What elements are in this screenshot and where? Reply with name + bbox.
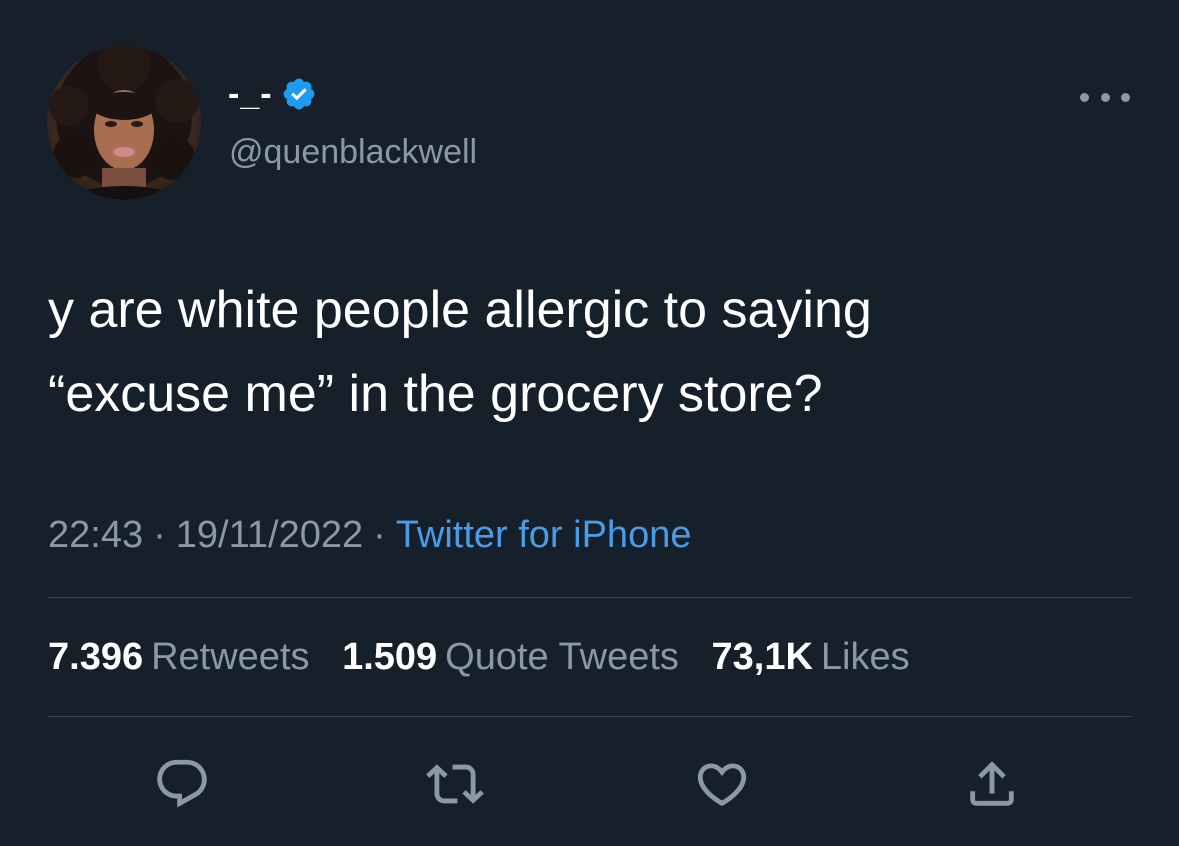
author-display-name[interactable]: -_- — [228, 74, 273, 114]
heart-icon — [697, 763, 747, 807]
divider — [48, 597, 1132, 598]
tweet-text: y are white people allergic to saying “e… — [48, 281, 872, 423]
dot-icon — [1100, 92, 1110, 102]
retweets-count: 7.396 — [48, 636, 144, 678]
avatar[interactable] — [47, 46, 201, 200]
more-options-icon[interactable] — [1080, 82, 1130, 112]
avatar-image — [47, 46, 201, 200]
retweet-icon — [426, 764, 484, 804]
tweet-source-link[interactable]: Twitter for iPhone — [396, 514, 692, 556]
tweet-detail: -_- @quenblackwell y are white people al… — [0, 0, 1179, 846]
share-icon — [970, 761, 1014, 806]
retweet-button[interactable] — [426, 755, 484, 813]
meta-separator: · — [373, 514, 386, 556]
reply-icon — [157, 759, 207, 808]
dot-icon — [1121, 92, 1130, 102]
reply-button[interactable] — [153, 755, 211, 813]
verified-badge-icon — [281, 76, 317, 112]
author-handle[interactable]: @quenblackwell — [229, 132, 477, 172]
like-button[interactable] — [693, 755, 751, 813]
divider — [48, 716, 1132, 717]
tweet-meta: 22:43 · 19/11/2022 · Twitter for iPhone — [48, 512, 691, 558]
likes-label: Likes — [820, 636, 910, 678]
retweets-stat[interactable]: 7.396 Retweets — [48, 636, 310, 678]
tweet-date[interactable]: 19/11/2022 — [176, 514, 363, 556]
likes-count: 73,1K — [711, 636, 813, 678]
tweet-stats: 7.396 Retweets 1.509 Quote Tweets 73,1K Lik… — [48, 634, 932, 680]
quote-tweets-label: Quote Tweets — [445, 636, 679, 678]
quote-tweets-stat[interactable]: 1.509 Quote Tweets — [342, 636, 679, 678]
retweets-label: Retweets — [151, 636, 310, 678]
author-name-row: -_- — [228, 74, 317, 114]
likes-stat[interactable]: 73,1K Likes — [712, 636, 910, 678]
share-button[interactable] — [963, 755, 1021, 813]
quote-tweets-count: 1.509 — [342, 636, 438, 678]
meta-separator: · — [153, 514, 166, 556]
dot-icon — [1080, 92, 1089, 102]
tweet-time[interactable]: 22:43 — [48, 514, 143, 556]
